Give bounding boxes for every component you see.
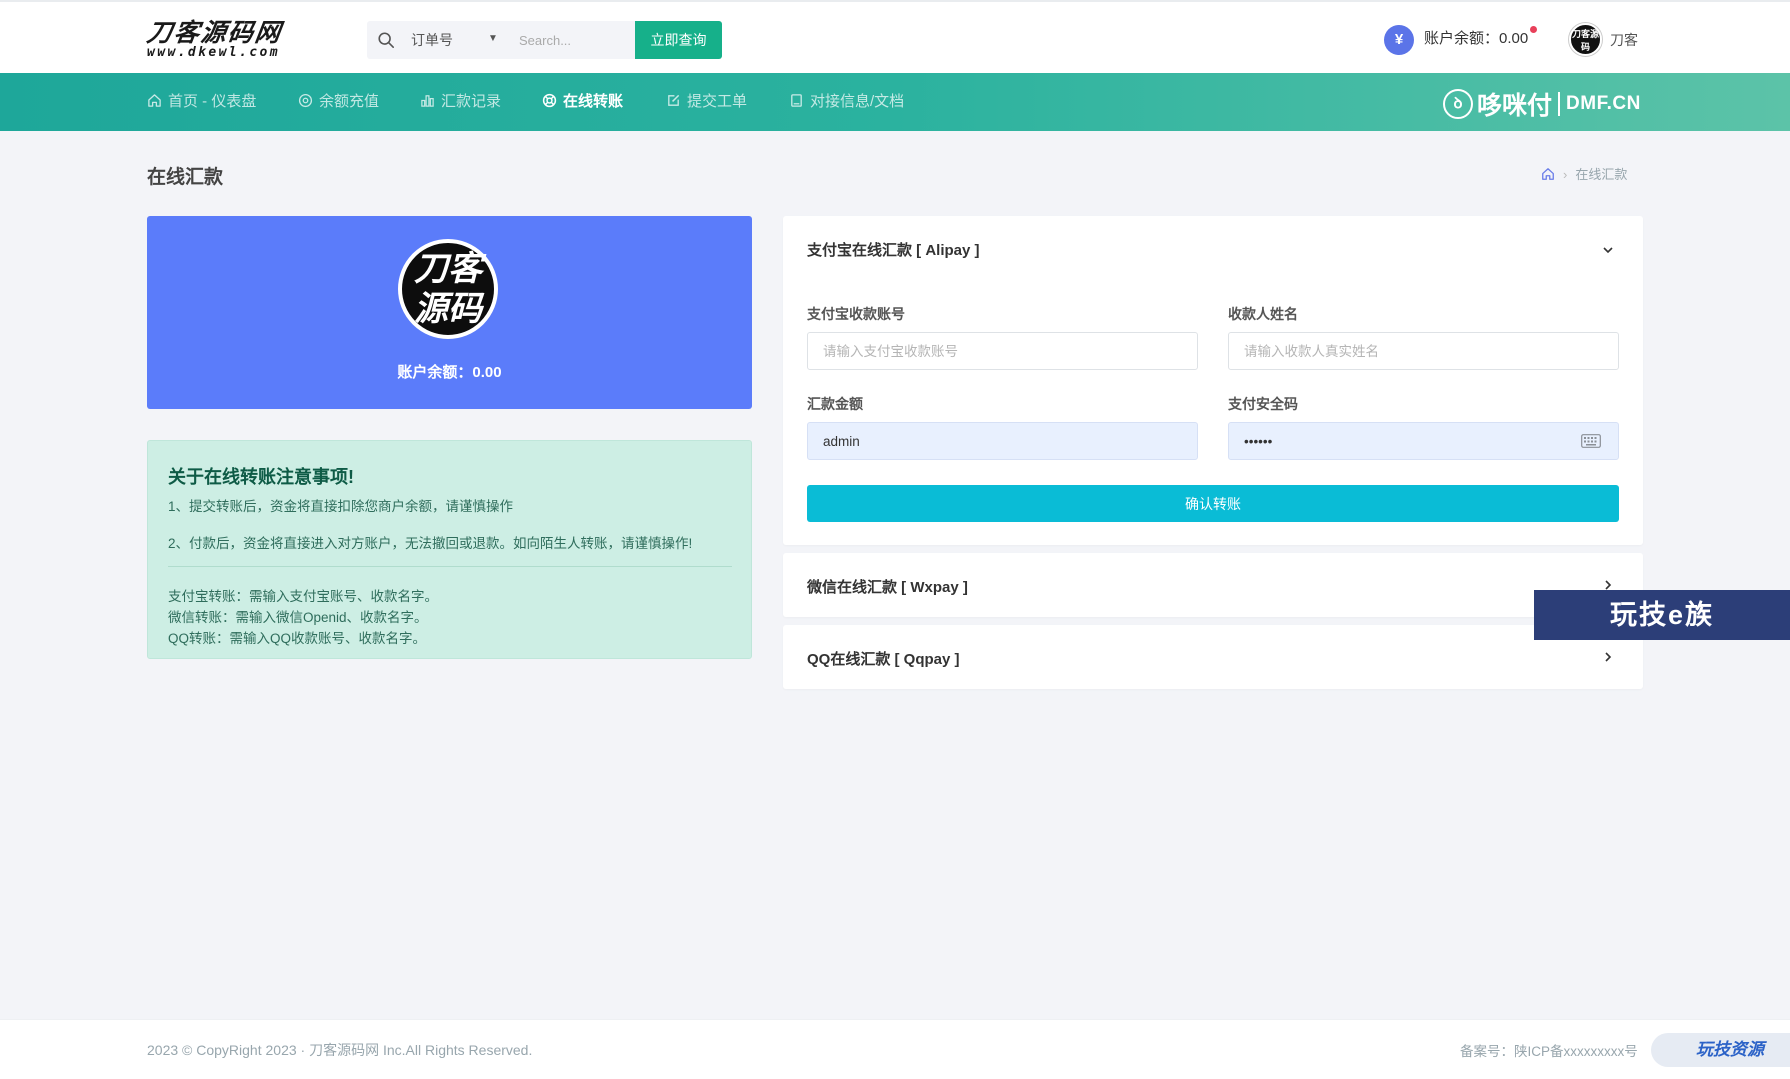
topbar-balance[interactable]: 账户余额：0.00 — [1424, 26, 1528, 52]
search-type-select[interactable]: 订单号 — [411, 21, 453, 59]
nav-item-online-transfer[interactable]: 在线转账 — [542, 73, 623, 131]
notification-dot — [1530, 26, 1537, 33]
nav-label: 提交工单 — [687, 93, 748, 110]
security-code-label: 支付安全码 — [1228, 396, 1298, 412]
breadcrumb: › 在线汇款 — [1541, 164, 1627, 183]
breadcrumb-current: 在线汇款 — [1575, 167, 1628, 182]
edit-icon — [668, 94, 680, 106]
qqpay-panel-header[interactable]: QQ在线汇款 [ Qqpay ] — [807, 648, 960, 669]
nav-item-remit-records[interactable]: 汇款记录 — [420, 73, 501, 131]
wxpay-panel[interactable]: 微信在线汇款 [ Wxpay ] — [783, 553, 1643, 617]
payee-name-input[interactable] — [1228, 332, 1619, 370]
nav-label: 对接信息/文档 — [810, 93, 905, 110]
avatar-text-line2: 源码 — [414, 289, 482, 329]
notice-divider — [168, 566, 732, 567]
profile-avatar: 刀客 源码 — [398, 239, 498, 339]
alipay-panel-header[interactable]: 支付宝在线汇款 [ Alipay ] — [807, 239, 980, 260]
footer-icp[interactable]: 备案号：陕ICP备xxxxxxxxx号 — [1460, 1040, 1638, 1060]
security-code-input[interactable] — [1228, 422, 1619, 460]
breadcrumb-separator: › — [1563, 167, 1568, 182]
circle-dot-icon — [298, 93, 313, 108]
watermark-banner: 玩技e族 — [1534, 590, 1790, 640]
topbar: 刀客源码网 www.dkewl.com 订单号 ▼ 立即查询 ¥ 账户余额：0.… — [0, 0, 1790, 73]
search-submit-button[interactable]: 立即查询 — [635, 21, 722, 59]
wxpay-panel-header[interactable]: 微信在线汇款 [ Wxpay ] — [807, 576, 968, 597]
search-input[interactable] — [519, 21, 629, 59]
brand-name: 哆咪付 — [1477, 92, 1553, 120]
alipay-panel: 支付宝在线汇款 [ Alipay ] 支付宝收款账号 收款人姓名 汇款金额 支付… — [783, 216, 1643, 545]
nav-item-dashboard[interactable]: 首页 - 仪表盘 — [147, 73, 256, 131]
site-logo[interactable]: 刀客源码网 www.dkewl.com — [145, 18, 347, 60]
user-avatar[interactable]: 刀客源码 — [1569, 23, 1602, 56]
notice-line-qq: QQ转账：需输入QQ收款账号、收款名字。 — [168, 631, 427, 646]
alipay-account-input[interactable] — [807, 332, 1198, 370]
notice-line-wechat: 微信转账：需输入微信Openid、收款名字。 — [168, 610, 428, 625]
notice-line-2: 2、付款后，资金将直接进入对方账户，无法撤回或退款。如向陌生人转账，请谨慎操作! — [168, 536, 693, 551]
brand-domain: DMF.CN — [1566, 93, 1641, 114]
nav-item-submit-ticket[interactable]: 提交工单 — [666, 73, 747, 131]
user-name[interactable]: 刀客 — [1610, 28, 1638, 52]
keyboard-icon[interactable] — [1581, 434, 1601, 448]
amount-label: 汇款金额 — [807, 396, 863, 412]
notice-line-1: 1、提交转账后，资金将直接扣除您商户余额，请谨慎操作 — [168, 499, 514, 514]
home-icon — [148, 94, 161, 107]
alipay-account-label: 支付宝收款账号 — [807, 306, 905, 322]
amount-input[interactable] — [807, 422, 1198, 460]
profile-card: 刀客 源码 账户余额：0.00 — [147, 216, 752, 409]
nav-label: 在线转账 — [563, 93, 624, 110]
dmf-logo-icon: ꝺ — [1443, 89, 1473, 119]
avatar-text-line1: 刀客 — [414, 249, 482, 289]
footer-copyright: 2023 © CopyRight 2023 · 刀客源码网 Inc.All Ri… — [147, 1042, 533, 1058]
document-icon — [791, 94, 802, 107]
profile-balance: 账户余额：0.00 — [397, 364, 502, 381]
home-icon[interactable] — [1541, 167, 1555, 181]
page-title: 在线汇款 — [147, 167, 224, 188]
chevron-down-icon[interactable] — [1601, 243, 1615, 257]
nav-item-recharge[interactable]: 余额充值 — [298, 73, 379, 131]
brand-logo: ꝺ 哆咪付 DMF.CN — [1443, 86, 1641, 120]
nav-item-api-docs[interactable]: 对接信息/文档 — [789, 73, 904, 131]
nav-label: 余额充值 — [319, 93, 380, 110]
notice-title: 关于在线转账注意事项! — [168, 467, 354, 487]
logo-domain: www.dkewl.com — [147, 45, 280, 60]
qqpay-panel[interactable]: QQ在线汇款 [ Qqpay ] — [783, 625, 1643, 689]
caret-down-icon[interactable]: ▼ — [488, 21, 498, 57]
yuan-icon: ¥ — [1384, 25, 1414, 55]
bar-chart-icon — [421, 95, 434, 107]
logo-title: 刀客源码网 — [145, 18, 285, 47]
footer: 2023 © CopyRight 2023 · 刀客源码网 Inc.All Ri… — [0, 1019, 1790, 1079]
confirm-transfer-button[interactable]: 确认转账 — [807, 485, 1619, 522]
search-bar: 订单号 ▼ — [367, 21, 635, 59]
nav-label: 首页 - 仪表盘 — [168, 93, 257, 110]
footer-watermark-badge: 玩技资源 — [1651, 1033, 1790, 1067]
notice-line-alipay: 支付宝转账：需输入支付宝账号、收款名字。 — [168, 589, 438, 604]
payee-name-label: 收款人姓名 — [1228, 306, 1298, 322]
brand-divider — [1558, 92, 1561, 116]
lifebuoy-icon — [542, 93, 557, 108]
chevron-right-icon[interactable] — [1601, 650, 1615, 664]
search-icon — [378, 32, 395, 49]
nav-label: 汇款记录 — [441, 93, 502, 110]
notice-card: 关于在线转账注意事项! 1、提交转账后，资金将直接扣除您商户余额，请谨慎操作 2… — [147, 440, 752, 659]
